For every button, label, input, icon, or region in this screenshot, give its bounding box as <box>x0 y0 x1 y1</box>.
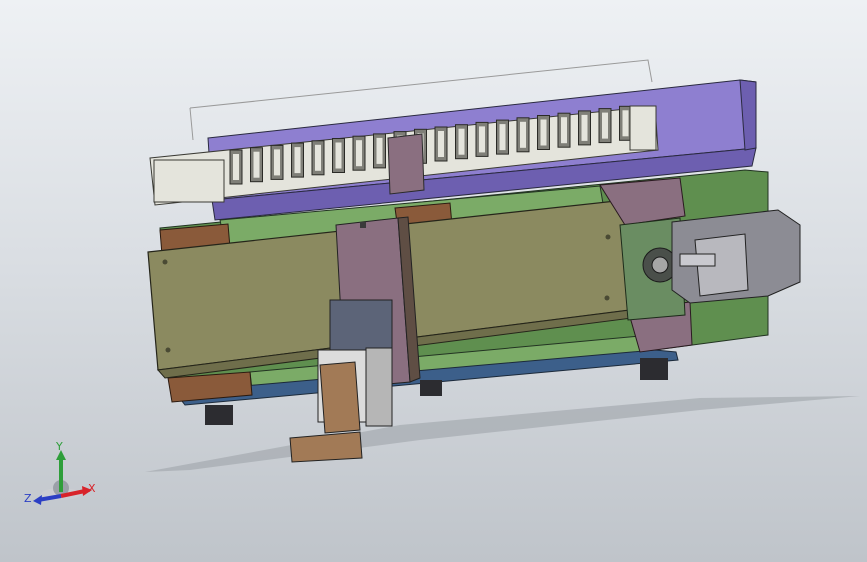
y-axis-label: Y <box>55 440 63 453</box>
chain-link-window <box>561 117 567 144</box>
screw-hole <box>605 234 611 240</box>
foot-left <box>205 405 233 425</box>
chain-link-window <box>438 131 444 157</box>
chain-end-bracket-right <box>629 105 657 151</box>
chain-link-window <box>622 110 629 137</box>
chain-link-window <box>315 144 321 171</box>
foot-right <box>640 358 668 380</box>
chain-bracket[interactable] <box>387 133 425 195</box>
servo-motor[interactable] <box>671 209 801 304</box>
screw-hole <box>165 347 171 353</box>
chain-end-bracket-left <box>153 159 225 203</box>
chain-link-window <box>602 112 608 139</box>
gripper-block[interactable] <box>319 361 361 434</box>
chain-link-window <box>540 119 547 146</box>
chain-link-window <box>294 147 301 174</box>
reference-line-left <box>189 107 194 141</box>
chain-link-window <box>520 121 526 148</box>
screw-hole <box>604 295 610 301</box>
screw-hole <box>162 259 168 265</box>
chain-link-window <box>233 154 239 180</box>
chain-link-window <box>335 142 342 169</box>
chain-link-window <box>376 137 383 164</box>
chain-link-window <box>253 151 260 178</box>
ground-shadow <box>145 396 860 472</box>
chain-link-window <box>274 149 280 176</box>
foot-mid <box>420 380 442 396</box>
x-axis-label: X <box>88 482 96 495</box>
cad-model-view[interactable] <box>0 0 867 562</box>
graphics-viewport[interactable]: Y X Z <box>0 0 867 562</box>
chain-link-window <box>499 124 506 151</box>
chain-link-window <box>479 126 485 153</box>
chain-link-window <box>581 114 588 141</box>
coordinate-triad[interactable]: Y X Z <box>20 440 100 510</box>
z-axis-label: Z <box>24 492 32 505</box>
z-arrow-head <box>33 495 42 505</box>
chain-link-window <box>356 140 362 167</box>
gripper-foot[interactable] <box>289 431 363 463</box>
chain-link-window <box>458 128 465 155</box>
